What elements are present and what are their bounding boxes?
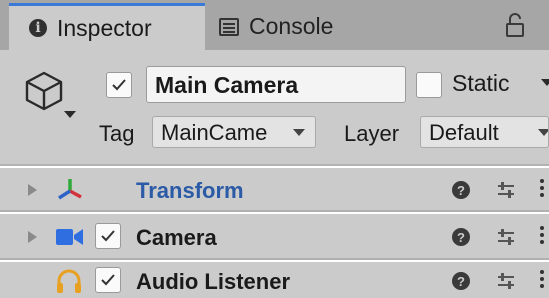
static-checkbox[interactable] [416,72,442,98]
camera-icon [56,229,83,245]
help-icon[interactable]: ? [452,181,470,199]
kebab-menu-icon[interactable] [540,179,546,200]
lock-icon[interactable] [505,12,525,38]
help-icon[interactable]: ? [452,272,470,290]
camera-enabled-checkbox[interactable] [95,223,121,249]
preset-icon[interactable] [496,227,516,247]
tab-console-label: Console [249,13,334,39]
tab-inspector[interactable]: i Inspector [9,3,205,50]
static-dropdown-arrow-icon[interactable] [541,79,549,86]
transform-icon [58,179,82,200]
tag-dropdown[interactable]: MainCame [152,116,316,148]
component-name-transform: Transform [136,178,244,203]
layer-dropdown-arrow-icon [538,129,548,136]
preset-icon[interactable] [496,180,516,200]
help-icon[interactable]: ? [452,228,470,246]
kebab-menu-icon[interactable] [540,270,546,291]
layer-value: Default [429,120,499,145]
foldout-arrow-icon[interactable] [28,184,37,196]
tab-console[interactable]: Console [215,3,415,50]
foldout-arrow-icon[interactable] [28,231,37,243]
audio-listener-enabled-checkbox[interactable] [95,267,121,293]
static-label: Static [452,70,510,96]
component-name-camera: Camera [136,225,217,250]
console-icon [219,17,239,36]
component-row-audio-listener[interactable]: Audio Listener ? [0,262,549,298]
cube-icon [25,71,63,111]
tab-bar: i Inspector Console [0,0,549,50]
layer-dropdown[interactable]: Default [420,116,549,148]
tag-label: Tag [99,121,135,146]
object-name-field[interactable]: Main Camera [146,66,406,103]
component-row-transform[interactable]: Transform ? [0,168,549,212]
kebab-menu-icon[interactable] [540,226,546,247]
tag-dropdown-arrow-icon [293,129,305,136]
icon-picker-caret-icon[interactable] [64,111,76,118]
layer-label: Layer [344,121,400,146]
tab-inspector-label: Inspector [57,14,152,41]
component-name-audio-listener: Audio Listener [136,269,291,294]
preset-icon[interactable] [496,271,516,291]
info-icon: i [29,19,47,37]
headphones-icon [57,269,81,293]
active-checkbox[interactable] [106,72,132,98]
tag-value: MainCame [161,120,268,145]
component-row-camera[interactable]: Camera ? [0,214,549,260]
